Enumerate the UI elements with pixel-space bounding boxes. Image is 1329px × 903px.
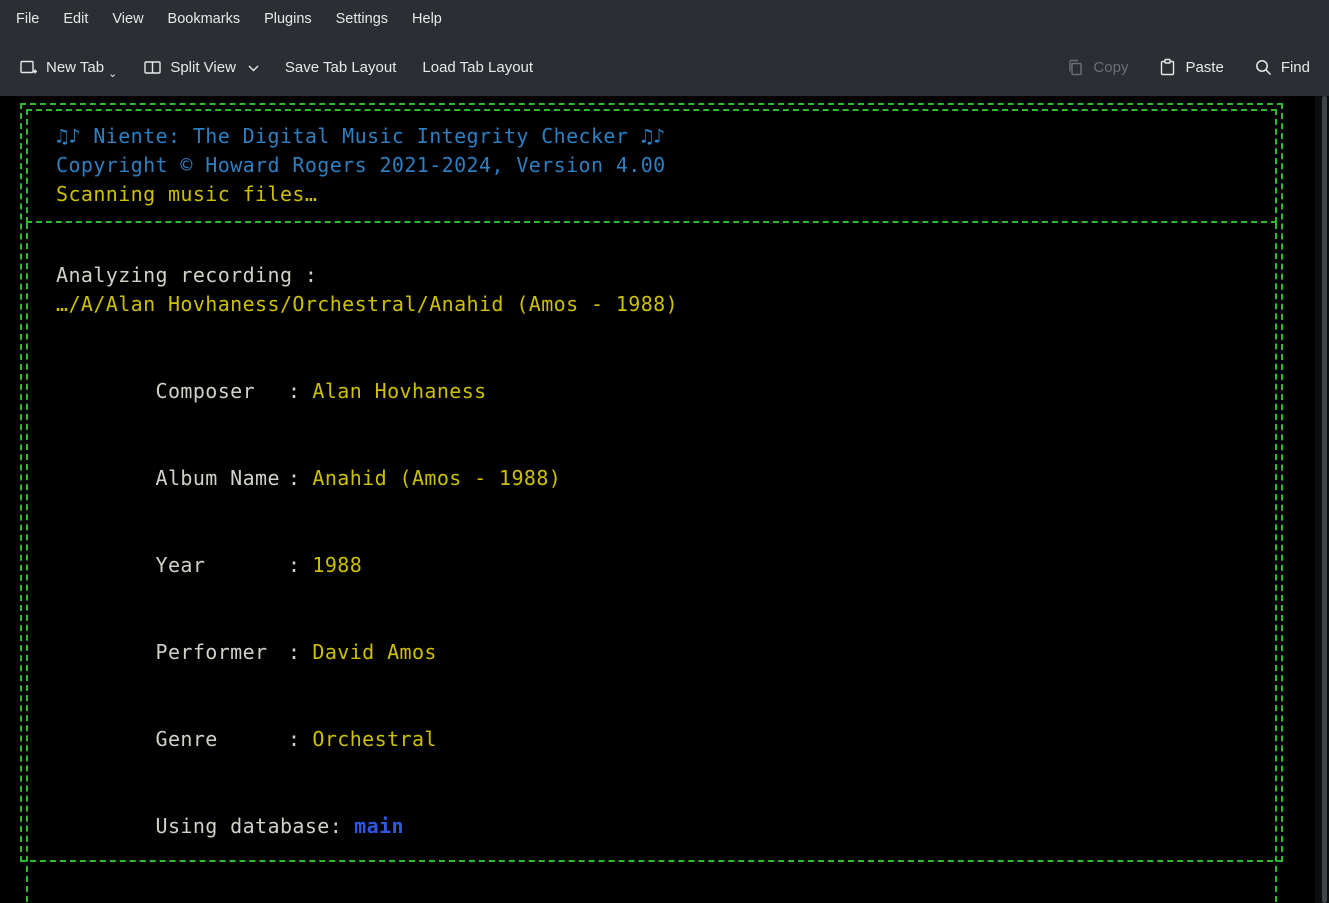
field-value: Anahid (Amos - 1988) — [312, 466, 561, 490]
split-view-icon — [143, 58, 162, 77]
field-label: Performer — [156, 638, 288, 667]
menu-settings[interactable]: Settings — [324, 1, 400, 37]
field-separator: : — [288, 379, 300, 403]
field-row-performer: Performer: David Amos — [56, 609, 1247, 696]
copy-label: Copy — [1093, 59, 1128, 76]
scrollbar-handle[interactable] — [1322, 96, 1327, 903]
field-row-genre: Genre: Orchestral — [56, 696, 1247, 783]
terminal-scrollbar[interactable] — [1315, 96, 1329, 903]
chevron-down-icon: ⌄ — [108, 71, 117, 77]
save-tab-layout-label: Save Tab Layout — [285, 59, 396, 76]
copy-icon — [1066, 58, 1085, 77]
blank-line — [56, 319, 1247, 348]
field-value: Orchestral — [312, 727, 436, 751]
save-tab-layout-button[interactable]: Save Tab Layout — [285, 59, 396, 76]
paste-icon — [1158, 58, 1177, 77]
load-tab-layout-label: Load Tab Layout — [422, 59, 533, 76]
field-value: David Amos — [312, 640, 436, 664]
search-icon — [1254, 58, 1273, 77]
load-tab-layout-button[interactable]: Load Tab Layout — [422, 59, 533, 76]
field-label: Genre — [156, 725, 288, 754]
new-tab-button[interactable]: New Tab ⌄ — [19, 58, 117, 77]
recording-path: …/A/Alan Hovhaness/Orchestral/Anahid (Am… — [56, 290, 1247, 319]
app-title: ♫♪ Niente: The Digital Music Integrity C… — [56, 122, 1247, 151]
menu-plugins[interactable]: Plugins — [252, 1, 324, 37]
split-view-button[interactable]: Split View — [143, 58, 259, 77]
paste-button[interactable]: Paste — [1158, 58, 1223, 77]
field-label: Year — [156, 551, 288, 580]
field-row-album: Album Name: Anahid (Amos - 1988) — [56, 435, 1247, 522]
field-label: Album Name — [156, 464, 288, 493]
menu-help[interactable]: Help — [400, 1, 454, 37]
database-label: Using database: — [156, 814, 343, 838]
menu-bookmarks[interactable]: Bookmarks — [156, 1, 253, 37]
menu-edit[interactable]: Edit — [51, 1, 100, 37]
field-separator: : — [288, 553, 300, 577]
new-tab-label: New Tab — [46, 59, 104, 76]
analyzing-label: Analyzing recording : — [56, 261, 1247, 290]
scan-status: Scanning music files… — [56, 180, 1247, 209]
menu-file[interactable]: File — [4, 1, 51, 37]
copy-button[interactable]: Copy — [1066, 58, 1128, 77]
field-separator: : — [288, 640, 300, 664]
field-value: 1988 — [312, 553, 362, 577]
find-button[interactable]: Find — [1254, 58, 1310, 77]
terminal-view[interactable]: ♫♪ Niente: The Digital Music Integrity C… — [0, 96, 1329, 903]
tui-main-box: Analyzing recording : …/A/Alan Hovhaness… — [26, 223, 1277, 903]
tui-header-box: ♫♪ Niente: The Digital Music Integrity C… — [26, 109, 1277, 223]
menu-bar: File Edit View Bookmarks Plugins Setting… — [0, 0, 1329, 38]
paste-label: Paste — [1185, 59, 1223, 76]
new-tab-icon — [19, 58, 38, 77]
database-line: Using database: main — [56, 783, 1247, 870]
field-row-year: Year:1988 — [56, 522, 1247, 609]
find-label: Find — [1281, 59, 1310, 76]
toolbar: New Tab ⌄ Split View Save Tab Layout Loa… — [0, 38, 1329, 96]
database-value: main — [354, 814, 404, 838]
field-separator: : — [288, 727, 300, 751]
field-label: Composer — [156, 377, 288, 406]
split-view-label: Split View — [170, 59, 236, 76]
field-value: Alan Hovhaness — [312, 379, 486, 403]
field-separator: : — [288, 466, 300, 490]
chevron-down-icon — [248, 65, 259, 72]
field-row-composer: Composer: Alan Hovhaness — [56, 348, 1247, 435]
app-copyright: Copyright © Howard Rogers 2021-2024, Ver… — [56, 151, 1247, 180]
tui-outer-frame: ♫♪ Niente: The Digital Music Integrity C… — [20, 103, 1283, 862]
menu-view[interactable]: View — [100, 1, 155, 37]
